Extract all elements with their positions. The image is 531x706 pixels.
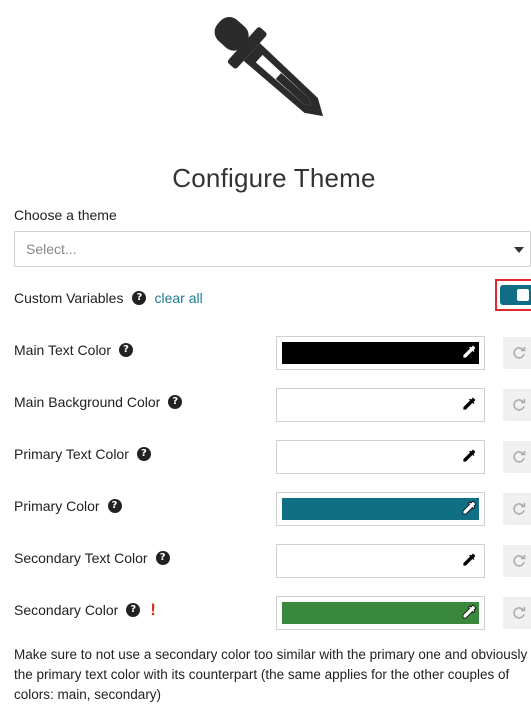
help-icon[interactable]: ? [136, 447, 151, 461]
color-swatch [282, 498, 479, 520]
color-row-secondary-text: Secondary Text Color ? [0, 544, 531, 580]
secondary-text-color-field[interactable] [276, 544, 485, 578]
color-row-primary-text: Primary Text Color ? [0, 440, 531, 476]
color-label-secondary: Secondary Color ? ! [14, 600, 156, 619]
color-label-text: Main Background Color [14, 394, 161, 410]
eyedropper-icon[interactable] [460, 603, 478, 621]
main-text-color-field[interactable] [276, 336, 485, 370]
custom-variables-row: Custom Variables ? clear all [14, 290, 203, 306]
color-row-main-text: Main Text Color ? [0, 336, 531, 372]
main-background-color-field[interactable] [276, 388, 485, 422]
reset-color-button[interactable] [503, 597, 531, 629]
help-icon[interactable]: ? [155, 551, 170, 565]
refresh-icon [513, 451, 526, 463]
color-row-secondary: Secondary Color ? ! [0, 596, 531, 632]
clear-all-link[interactable]: clear all [154, 290, 202, 306]
help-icon[interactable]: ? [132, 291, 147, 305]
help-icon[interactable]: ? [119, 343, 134, 357]
color-label-secondary-text: Secondary Text Color ? [14, 550, 170, 566]
color-row-main-background: Main Background Color ? [0, 388, 531, 424]
secondary-color-field[interactable] [276, 596, 485, 630]
warning-icon: ! [150, 600, 156, 619]
color-swatch [282, 446, 479, 468]
custom-variables-toggle[interactable] [500, 285, 531, 305]
color-label-text: Primary Text Color [14, 446, 129, 462]
color-label-primary-text: Primary Text Color ? [14, 446, 151, 462]
theme-select[interactable]: Select... [14, 231, 531, 267]
color-label-primary: Primary Color ? [14, 498, 122, 514]
primary-color-field[interactable] [276, 492, 485, 526]
refresh-icon [513, 555, 526, 567]
configure-theme-panel: Configure Theme Choose a theme Select...… [0, 0, 531, 706]
color-label-text: Secondary Text Color [14, 550, 148, 566]
color-row-primary: Primary Color ? [0, 492, 531, 528]
theme-select-placeholder: Select... [26, 241, 77, 257]
color-label-main-background: Main Background Color ? [14, 394, 183, 410]
reset-color-button[interactable] [503, 337, 531, 369]
color-swatch [282, 394, 479, 416]
refresh-icon [513, 399, 526, 411]
eyedropper-icon[interactable] [460, 499, 478, 517]
eyedropper-icon[interactable] [460, 395, 478, 413]
color-label-text: Main Text Color [14, 342, 112, 358]
reset-color-button[interactable] [503, 389, 531, 421]
primary-text-color-field[interactable] [276, 440, 485, 474]
toggle-knob [517, 289, 529, 301]
reset-color-button[interactable] [503, 493, 531, 525]
help-icon[interactable]: ? [168, 395, 183, 409]
refresh-icon [513, 607, 526, 619]
color-label-text: Secondary Color [14, 602, 119, 618]
help-icon[interactable]: ? [126, 603, 141, 617]
refresh-icon [513, 347, 526, 359]
color-label-main-text: Main Text Color ? [14, 342, 134, 358]
refresh-icon [513, 503, 526, 515]
page-title: Configure Theme [172, 163, 376, 193]
eyedropper-icon [214, 17, 324, 117]
help-icon[interactable]: ? [107, 499, 122, 513]
color-contrast-note: Make sure to not use a secondary color t… [14, 647, 528, 702]
color-label-text: Primary Color [14, 498, 100, 514]
eyedropper-icon[interactable] [460, 551, 478, 569]
color-swatch [282, 342, 479, 364]
color-swatch [282, 550, 479, 572]
chevron-down-icon [514, 247, 524, 253]
reset-color-button[interactable] [503, 545, 531, 577]
color-swatch [282, 602, 479, 624]
eyedropper-icon[interactable] [460, 343, 478, 361]
custom-variables-label: Custom Variables [14, 290, 124, 306]
custom-variables-toggle-highlight [495, 279, 531, 311]
theme-select-label: Choose a theme [14, 207, 117, 223]
eyedropper-icon[interactable] [460, 447, 478, 465]
reset-color-button[interactable] [503, 441, 531, 473]
